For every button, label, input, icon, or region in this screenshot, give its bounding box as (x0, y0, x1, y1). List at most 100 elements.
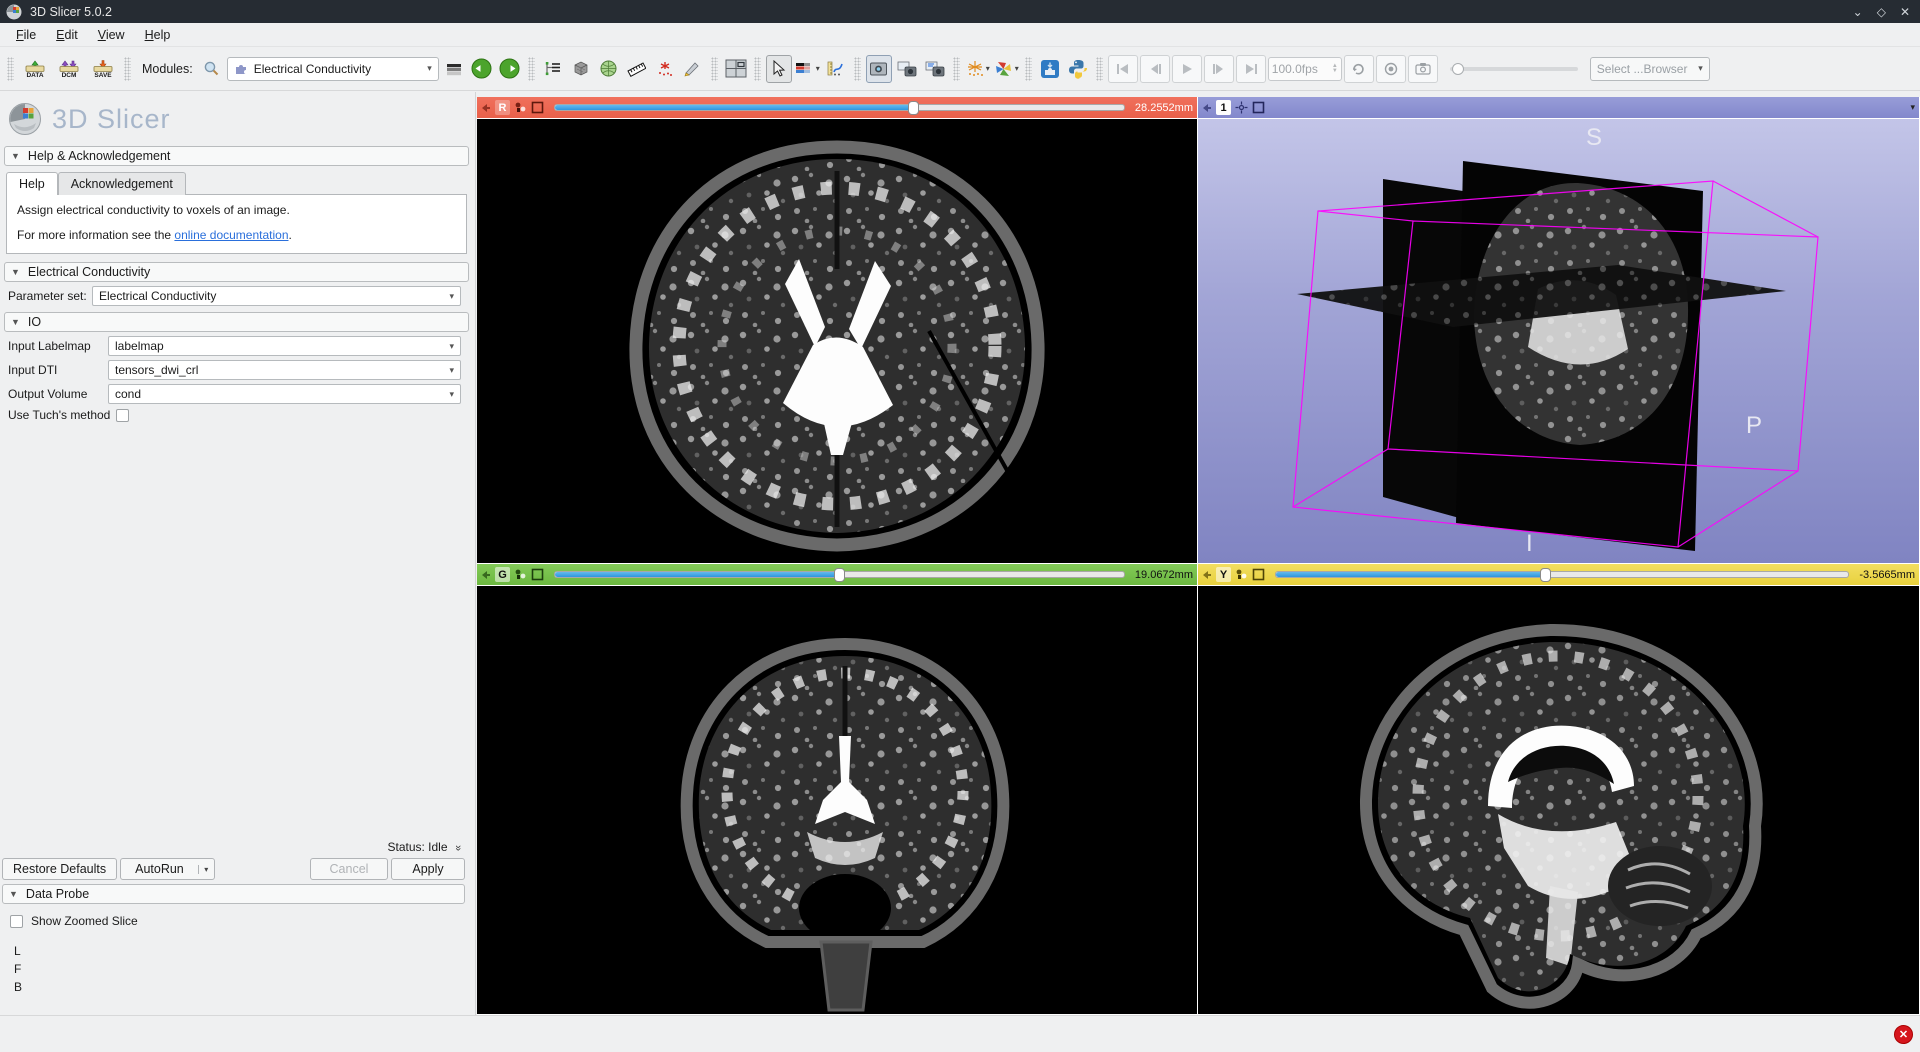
tab-acknowledgement[interactable]: Acknowledgement (58, 172, 186, 195)
module-finder-button[interactable] (540, 55, 566, 83)
online-documentation-link[interactable]: online documentation (174, 228, 288, 242)
seq-play-button[interactable] (1172, 55, 1202, 83)
volume-rendering-button[interactable] (568, 55, 594, 83)
center-view-icon[interactable] (1235, 101, 1248, 114)
mouse-interaction-button[interactable] (766, 55, 792, 83)
toolbar-grip[interactable] (711, 57, 718, 81)
save-button[interactable]: SAVE (87, 55, 119, 83)
seq-record-button[interactable] (1376, 55, 1406, 83)
link-views-icon[interactable] (514, 101, 527, 114)
pin-icon[interactable] (1202, 103, 1212, 113)
load-data-button[interactable]: DATA (19, 55, 51, 83)
markups-button[interactable] (652, 55, 678, 83)
models-button[interactable] (596, 55, 622, 83)
toolbar-grip[interactable] (953, 57, 960, 81)
toolbar-grip[interactable] (754, 57, 761, 81)
sequence-slider-handle[interactable] (1452, 63, 1464, 75)
favorite-modules-button[interactable]: ▾ (993, 55, 1020, 83)
maximize-view-icon[interactable] (531, 568, 544, 581)
menu-file[interactable]: File (8, 25, 44, 45)
tab-help[interactable]: Help (6, 172, 58, 195)
seq-first-frame-button[interactable] (1108, 55, 1138, 83)
measurements-button[interactable] (624, 55, 650, 83)
module-search-button[interactable] (199, 55, 225, 83)
autorun-dropdown[interactable]: ▾ (198, 865, 214, 874)
toolbar-grip[interactable] (7, 57, 14, 81)
data-probe-lines: L F B (14, 942, 22, 996)
error-log-button[interactable]: ✕ (1894, 1025, 1913, 1044)
transforms-button[interactable] (680, 55, 706, 83)
link-views-icon[interactable] (1235, 568, 1248, 581)
threed-view[interactable]: S P I (1198, 119, 1919, 563)
seq-prev-frame-button[interactable] (1140, 55, 1170, 83)
status-collapse-icon[interactable]: » (452, 845, 464, 851)
module-selector[interactable]: Electrical Conductivity ▾ (227, 57, 439, 81)
help-section-header[interactable]: ▼ Help & Acknowledgement (4, 146, 469, 166)
show-zoomed-slice-checkbox[interactable] (10, 915, 23, 928)
module-history-button[interactable] (441, 55, 467, 83)
view-menu-chevron-icon[interactable]: ▾ (1910, 102, 1915, 113)
green-slice-slider[interactable] (554, 571, 1125, 578)
pin-icon[interactable] (481, 103, 491, 113)
toolbar-grip[interactable] (854, 57, 861, 81)
io-section-header[interactable]: ▼ IO (4, 312, 469, 332)
seq-loop-button[interactable] (1344, 55, 1374, 83)
window-level-button[interactable]: ▾ (794, 55, 821, 83)
toolbar-grip[interactable] (1096, 57, 1103, 81)
main-toolbar: DATA DCM SAVE Modules: (0, 47, 1920, 91)
maximize-view-icon[interactable] (1252, 101, 1265, 114)
layout-selector-button[interactable] (723, 55, 749, 83)
input-labelmap-value: labelmap (115, 339, 164, 353)
screenshot-button[interactable] (866, 55, 892, 83)
menu-help[interactable]: Help (137, 25, 179, 45)
load-dicom-button[interactable]: DCM (53, 55, 85, 83)
parameter-set-selector[interactable]: Electrical Conductivity ▾ (92, 286, 461, 306)
module-back-button[interactable] (469, 55, 495, 83)
green-slice-view[interactable] (477, 586, 1197, 1014)
link-views-icon[interactable] (514, 568, 527, 581)
minimize-icon[interactable]: ⌄ (1853, 5, 1863, 19)
tuch-method-checkbox[interactable] (116, 409, 129, 422)
menu-edit[interactable]: Edit (48, 25, 86, 45)
seq-snapshot-button[interactable] (1408, 55, 1438, 83)
scene-view-button[interactable] (894, 55, 920, 83)
input-dti-selector[interactable]: tensors_dwi_crl ▾ (108, 360, 461, 380)
autorun-button[interactable]: AutoRun ▾ (120, 858, 215, 880)
python-console-button[interactable] (1065, 55, 1091, 83)
pin-icon[interactable] (1202, 570, 1212, 580)
red-slice-slider[interactable] (554, 104, 1125, 111)
forward-arrow-icon (499, 58, 520, 79)
restore-defaults-button[interactable]: Restore Defaults (2, 858, 117, 880)
pin-icon[interactable] (481, 570, 491, 580)
fps-spinbox[interactable]: 100.0fps ▲▼ (1268, 57, 1342, 81)
maximize-view-icon[interactable] (531, 101, 544, 114)
maximize-view-icon[interactable] (1252, 568, 1265, 581)
module-forward-button[interactable] (497, 55, 523, 83)
seq-last-frame-button[interactable] (1236, 55, 1266, 83)
window-title: 3D Slicer 5.0.2 (30, 5, 112, 19)
menu-view[interactable]: View (90, 25, 133, 45)
red-slice-view[interactable] (477, 119, 1197, 563)
close-icon[interactable]: ✕ (1900, 5, 1910, 19)
input-labelmap-selector[interactable]: labelmap ▾ (108, 336, 461, 356)
toolbar-grip[interactable] (124, 57, 131, 81)
output-volume-selector[interactable]: cond ▾ (108, 384, 461, 404)
module-section-header[interactable]: ▼ Electrical Conductivity (4, 262, 469, 282)
place-fiducial-button[interactable]: ▾ (965, 55, 991, 83)
seq-next-frame-button[interactable] (1204, 55, 1234, 83)
spin-arrows-icon[interactable]: ▲▼ (1332, 64, 1338, 74)
toolbar-grip[interactable] (528, 57, 535, 81)
cancel-button[interactable]: Cancel (310, 858, 388, 880)
maximize-icon[interactable]: ◇ (1877, 5, 1886, 19)
data-probe-header[interactable]: ▼ Data Probe (2, 884, 465, 904)
extensions-manager-button[interactable] (1037, 55, 1063, 83)
apply-button[interactable]: Apply (391, 858, 465, 880)
yellow-slice-slider[interactable] (1275, 571, 1849, 578)
sequence-slider[interactable] (1450, 67, 1578, 71)
sequence-browser-selector[interactable]: Select ...Browser ▾ (1590, 57, 1710, 81)
yellow-slice-view[interactable] (1198, 586, 1919, 1014)
slicer-logo-icon (6, 4, 22, 20)
crosshair-button[interactable] (823, 55, 849, 83)
toolbar-grip[interactable] (1025, 57, 1032, 81)
scene-view-add-button[interactable] (922, 55, 948, 83)
